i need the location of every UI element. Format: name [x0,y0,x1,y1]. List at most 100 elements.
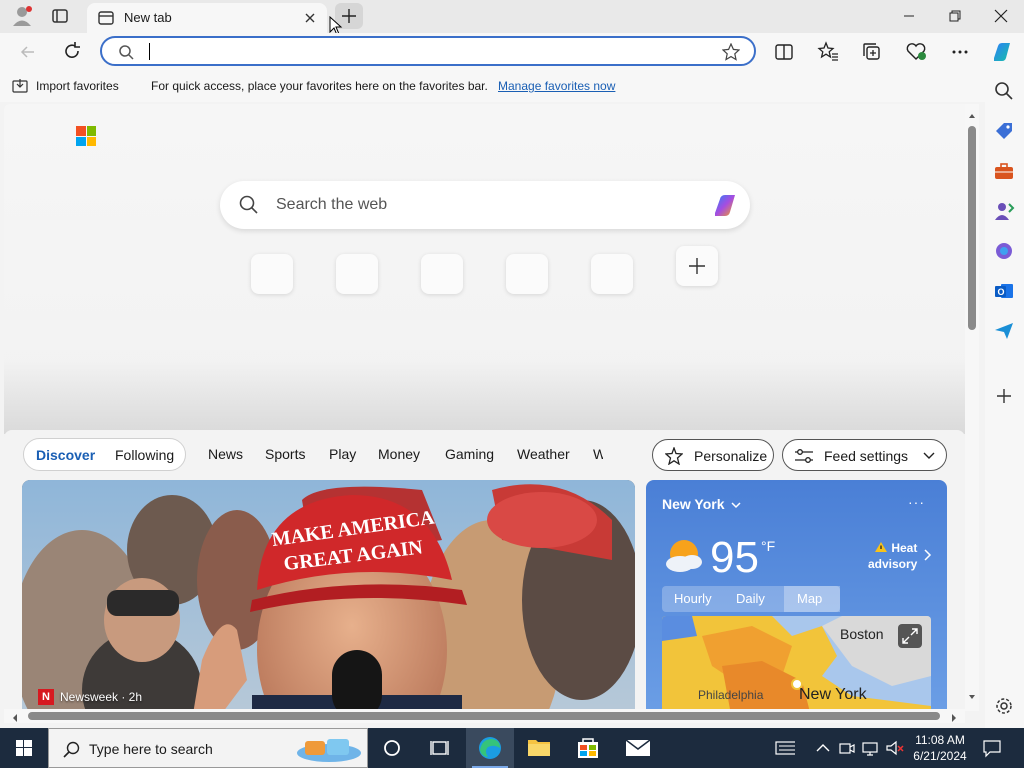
network-icon[interactable] [860,738,880,758]
weather-more-icon[interactable]: ··· [908,494,925,510]
back-button[interactable] [14,38,42,66]
copilot-button[interactable] [988,38,1016,66]
add-quick-link-button[interactable] [676,246,718,286]
address-bar[interactable] [100,36,756,66]
quick-link-tile[interactable] [506,254,548,294]
profile-icon [13,6,32,26]
weather-card[interactable]: New York ··· 95 °F Heat advisory Hourly … [646,480,947,711]
taskbar-search-box[interactable]: Type here to search [48,728,368,768]
refresh-button[interactable] [58,38,86,66]
sidebar-settings-button[interactable] [993,695,1015,717]
microsoft-logo [76,126,96,146]
expand-map-button[interactable] [898,624,922,648]
quick-link-tile[interactable] [591,254,633,294]
category-play[interactable]: Play [329,446,356,462]
cortana-button[interactable] [368,728,416,768]
vertical-scroll-thumb[interactable] [968,126,976,330]
map-label-philadelphia: Philadelphia [698,688,764,702]
task-view-button[interactable] [416,728,464,768]
weather-city[interactable]: New York [662,496,725,512]
search-highlight-icon [297,739,361,762]
background-fade [4,359,965,434]
feed-category-links: News Sports Play Money Gaming Weather W [208,446,603,470]
scroll-left-arrow-icon[interactable] [10,711,20,725]
news-card[interactable]: MAKE AMERICA GREAT AGAIN N Newsweek · 2h [22,480,635,711]
quick-link-tile[interactable] [421,254,463,294]
profile-button[interactable] [10,5,34,27]
map-label-new-york: New York [799,686,867,703]
taskbar-store-button[interactable] [564,728,612,768]
sidebar-microsoft365-button[interactable] [993,240,1015,262]
feed-mode-toggle: Discover Following [23,438,186,471]
sidebar-outlook-button[interactable]: O [993,280,1015,302]
settings-more-button[interactable] [946,38,974,66]
minimize-icon [904,15,914,17]
chevron-up-icon[interactable] [813,738,833,758]
weather-tab-map[interactable]: Map [784,586,840,612]
system-clock[interactable]: 11:08 AM 6/21/2024 [908,732,972,764]
start-button[interactable] [0,728,48,768]
taskbar-file-explorer-button[interactable] [515,728,563,768]
weather-tab-daily[interactable]: Daily [736,591,765,606]
weather-tab-hourly[interactable]: Hourly [674,591,712,606]
category-sports[interactable]: Sports [265,446,305,462]
minimize-button[interactable] [889,4,929,28]
import-favorites-button[interactable]: Import favorites [12,78,119,94]
horizontal-scrollbar[interactable] [4,709,965,723]
vertical-scrollbar[interactable] [965,104,979,711]
taskbar-edge-button[interactable] [466,728,514,768]
quick-link-tile[interactable] [251,254,293,294]
volume-muted-icon[interactable] [884,738,904,758]
back-arrow-icon [20,46,34,58]
sidebar-tools-button[interactable] [993,160,1015,182]
chevron-down-icon[interactable] [730,499,742,511]
horizontal-scroll-thumb[interactable] [28,712,940,720]
close-window-button[interactable] [981,4,1021,28]
sidebar-games-button[interactable] [993,200,1015,222]
collections-button[interactable] [858,38,886,66]
feed-settings-button[interactable]: Feed settings [782,439,947,471]
personalize-label: Personalize [694,448,768,464]
tab-new-tab[interactable]: New tab [87,3,327,33]
quick-link-tile[interactable] [336,254,378,294]
weather-map[interactable]: Boston Philadelphia New York [662,616,931,711]
folder-icon [528,740,550,756]
manage-favorites-link[interactable]: Manage favorites now [498,79,615,93]
windows-taskbar: Type here to search 11:08 AM 6/21/2024 [0,728,1024,768]
scroll-right-arrow-icon[interactable] [949,711,959,725]
drop-send-icon [995,323,1013,339]
category-gaming[interactable]: Gaming [445,446,494,462]
category-news[interactable]: News [208,446,243,462]
add-favorite-icon[interactable] [722,43,740,61]
tab-following[interactable]: Following [115,447,174,463]
browser-essentials-button[interactable] [902,38,930,66]
restore-button[interactable] [935,4,975,28]
personalize-button[interactable]: Personalize [652,439,774,471]
category-money[interactable]: Money [378,446,420,462]
scroll-down-arrow-icon[interactable] [967,692,981,702]
newsweek-logo: N [38,689,54,705]
sidebar-shopping-button[interactable] [993,120,1015,142]
scroll-up-arrow-icon[interactable] [967,110,981,120]
taskbar-mail-button[interactable] [613,728,661,768]
news-feed: Discover Following News Sports Play Mone… [4,430,965,711]
tab-actions-button[interactable] [49,5,71,27]
keyboard-icon[interactable] [775,738,795,758]
category-weather[interactable]: Weather [517,446,570,462]
favorites-button[interactable] [814,38,842,66]
sidebar-add-button[interactable] [993,385,1015,407]
tab-discover[interactable]: Discover [36,447,95,463]
chevron-right-icon[interactable] [923,548,933,562]
copilot-icon[interactable] [710,190,740,220]
heat-advisory-line2: advisory [868,557,918,571]
close-tab-icon[interactable] [301,9,319,27]
category-more[interactable]: W [593,446,603,462]
web-search-box[interactable]: Search the web [220,181,750,229]
split-screen-button[interactable] [770,38,798,66]
meet-now-icon[interactable] [837,738,857,758]
sidebar-search-button[interactable] [993,80,1015,102]
notifications-icon[interactable] [982,738,1002,758]
sidebar-drop-button[interactable] [993,320,1015,342]
news-source: N Newsweek · 2h [38,689,142,705]
heat-advisory[interactable]: Heat advisory [868,540,917,572]
